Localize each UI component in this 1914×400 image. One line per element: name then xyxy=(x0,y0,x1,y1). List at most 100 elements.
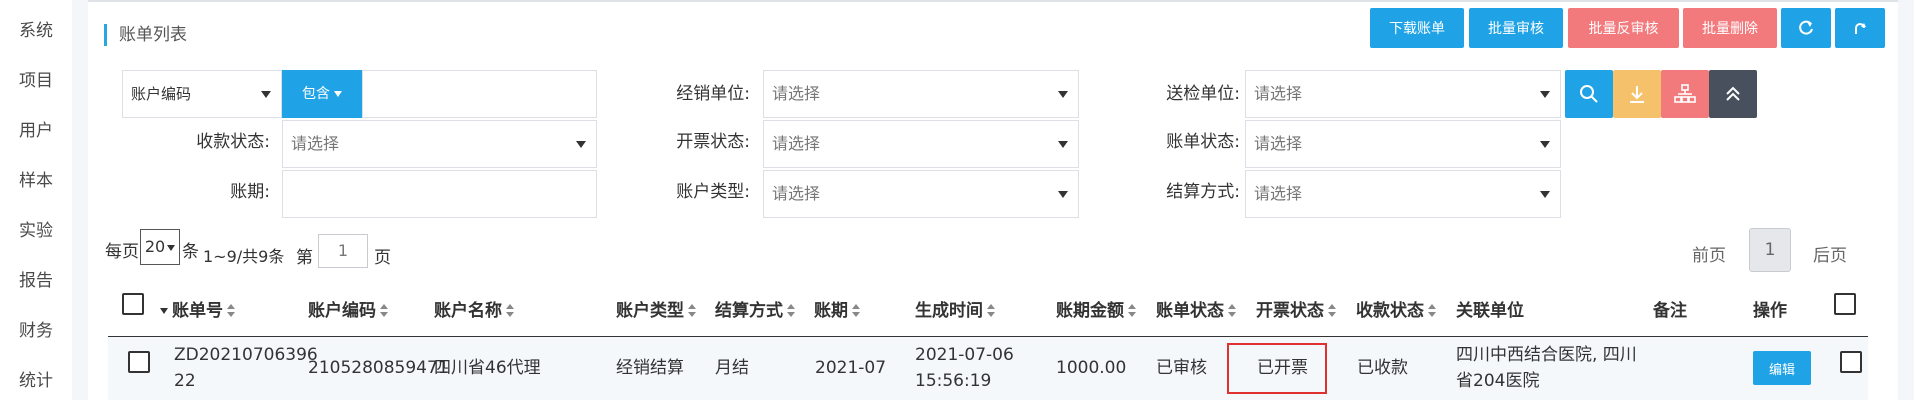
cell-payment-status: 已收款 xyxy=(1357,358,1408,378)
column-account-code-label: 账户编码 xyxy=(308,301,376,321)
invoice-status-label: 开票状态: xyxy=(676,132,750,152)
current-page-button[interactable]: 1 xyxy=(1749,228,1791,272)
settlement-select[interactable]: 请选择 xyxy=(1245,170,1561,218)
chevron-down-icon xyxy=(261,91,271,98)
download-bill-button[interactable]: 下载账单 xyxy=(1370,8,1464,48)
column-account-name[interactable]: 账户名称 xyxy=(434,285,514,337)
bill-status-select[interactable]: 请选择 xyxy=(1245,120,1561,168)
edit-button[interactable]: 编辑 xyxy=(1753,351,1811,385)
column-payment-status[interactable]: 收款状态 xyxy=(1356,285,1436,337)
range-text: 1~9/共9条 xyxy=(203,247,285,266)
bill-no-line1: ZD20210706396 xyxy=(174,345,318,365)
column-period[interactable]: 账期 xyxy=(814,285,860,337)
collapse-filters-button[interactable] xyxy=(1709,70,1757,118)
invoice-status-highlight xyxy=(1227,343,1327,394)
page-prefix: 第 xyxy=(296,248,313,268)
sort-icon xyxy=(1428,304,1436,318)
column-remark: 备注 xyxy=(1653,301,1687,321)
sort-icon xyxy=(852,304,860,318)
bill-no-line2: 22 xyxy=(174,371,196,391)
cell-account-code: 2105280859471 xyxy=(308,358,449,378)
column-account-type-label: 账户类型 xyxy=(616,301,684,321)
column-bill-no[interactable]: 账单号 xyxy=(160,285,235,337)
column-invoice-status[interactable]: 开票状态 xyxy=(1256,285,1336,337)
sort-icon xyxy=(1328,304,1336,318)
per-page-prefix: 每页 xyxy=(105,242,139,262)
search-button[interactable] xyxy=(1565,70,1613,118)
column-account-name-label: 账户名称 xyxy=(434,301,502,321)
created-time: 15:56:19 xyxy=(915,371,992,391)
column-account-type[interactable]: 账户类型 xyxy=(616,285,696,337)
sidebar-item-statistics[interactable]: 统计 xyxy=(0,366,72,391)
chevron-down-icon xyxy=(1540,91,1550,98)
panel-divider xyxy=(88,0,1898,2)
column-created[interactable]: 生成时间 xyxy=(915,285,995,337)
account-type-select[interactable]: 请选择 xyxy=(763,170,1079,218)
chevron-down-icon xyxy=(1058,191,1068,198)
contains-dropdown-button[interactable]: 包含 xyxy=(282,70,362,118)
batch-unapprove-button[interactable]: 批量反审核 xyxy=(1568,8,1679,48)
redo-icon xyxy=(1855,23,1866,34)
column-bill-no-label: 账单号 xyxy=(172,301,223,321)
sidebar-item-system[interactable]: 系统 xyxy=(0,16,72,41)
sort-icon xyxy=(506,304,514,318)
org-tree-button[interactable] xyxy=(1661,70,1709,118)
column-bill-status[interactable]: 账单状态 xyxy=(1156,285,1236,337)
prev-page-button[interactable]: 前页 xyxy=(1692,241,1726,266)
table-row[interactable]: ZD20210706396 22 2105280859471 四川省46代理 经… xyxy=(108,337,1868,400)
sidebar-item-finance[interactable]: 财务 xyxy=(0,316,72,341)
sidebar-item-sample[interactable]: 样本 xyxy=(0,166,72,191)
chevron-down-icon xyxy=(1058,91,1068,98)
sender-select-placeholder: 请选择 xyxy=(1254,84,1303,103)
sidebar-item-report[interactable]: 报告 xyxy=(0,266,72,291)
account-type-label: 账户类型: xyxy=(676,182,750,202)
account-field-select[interactable]: 账户编码 xyxy=(122,70,282,118)
page-title: 账单列表 xyxy=(104,24,187,46)
refresh-icon xyxy=(1799,20,1813,35)
sort-icon xyxy=(1228,304,1236,318)
select-all-checkbox-right[interactable] xyxy=(1834,293,1856,315)
column-settlement[interactable]: 结算方式 xyxy=(715,285,795,337)
refresh-button[interactable] xyxy=(1781,8,1831,48)
batch-delete-button[interactable]: 批量删除 xyxy=(1683,8,1777,48)
chevron-down-icon xyxy=(334,91,342,97)
batch-approve-button[interactable]: 批量审核 xyxy=(1469,8,1563,48)
column-related-unit: 关联单位 xyxy=(1456,301,1524,321)
column-amount[interactable]: 账期金额 xyxy=(1056,285,1136,337)
account-code-input[interactable] xyxy=(362,70,597,118)
sender-select[interactable]: 请选择 xyxy=(1245,70,1561,118)
sort-icon xyxy=(987,304,995,318)
sender-label: 送检单位: xyxy=(1166,84,1240,104)
chevron-down-icon xyxy=(1540,141,1550,148)
select-all-checkbox[interactable] xyxy=(122,293,144,315)
column-created-label: 生成时间 xyxy=(915,301,983,321)
dealer-select[interactable]: 请选择 xyxy=(763,70,1079,118)
export-button[interactable] xyxy=(1613,70,1661,118)
sidebar-item-user[interactable]: 用户 xyxy=(0,116,72,141)
column-settlement-label: 结算方式 xyxy=(715,301,783,321)
chevron-down-icon xyxy=(1058,141,1068,148)
next-page-button[interactable]: 后页 xyxy=(1813,241,1847,266)
column-amount-label: 账期金额 xyxy=(1056,301,1124,321)
sort-icon xyxy=(1128,304,1136,318)
period-input[interactable] xyxy=(282,170,597,218)
sidebar-item-experiment[interactable]: 实验 xyxy=(0,216,72,241)
cell-amount: 1000.00 xyxy=(1056,358,1127,378)
settlement-label: 结算方式: xyxy=(1166,182,1240,202)
payment-status-label: 收款状态: xyxy=(196,132,270,152)
row-checkbox[interactable] xyxy=(128,351,150,373)
cell-settlement: 月结 xyxy=(715,358,749,378)
page-jump-input[interactable]: 1 xyxy=(318,234,368,268)
column-payment-status-label: 收款状态 xyxy=(1356,301,1424,321)
row-checkbox-right[interactable] xyxy=(1840,351,1862,373)
invoice-status-select[interactable]: 请选择 xyxy=(763,120,1079,168)
page-suffix: 页 xyxy=(374,248,391,268)
sitemap-icon xyxy=(1674,84,1696,103)
cell-related-unit: 四川中西结合医院, 四川 省204医院 xyxy=(1456,342,1637,394)
reload-button[interactable] xyxy=(1835,8,1885,48)
per-page-select[interactable]: 20 xyxy=(140,229,180,265)
sidebar-item-project[interactable]: 项目 xyxy=(0,66,72,91)
payment-status-select[interactable]: 请选择 xyxy=(282,120,597,168)
dealer-select-placeholder: 请选择 xyxy=(772,84,821,103)
column-account-code[interactable]: 账户编码 xyxy=(308,285,388,337)
